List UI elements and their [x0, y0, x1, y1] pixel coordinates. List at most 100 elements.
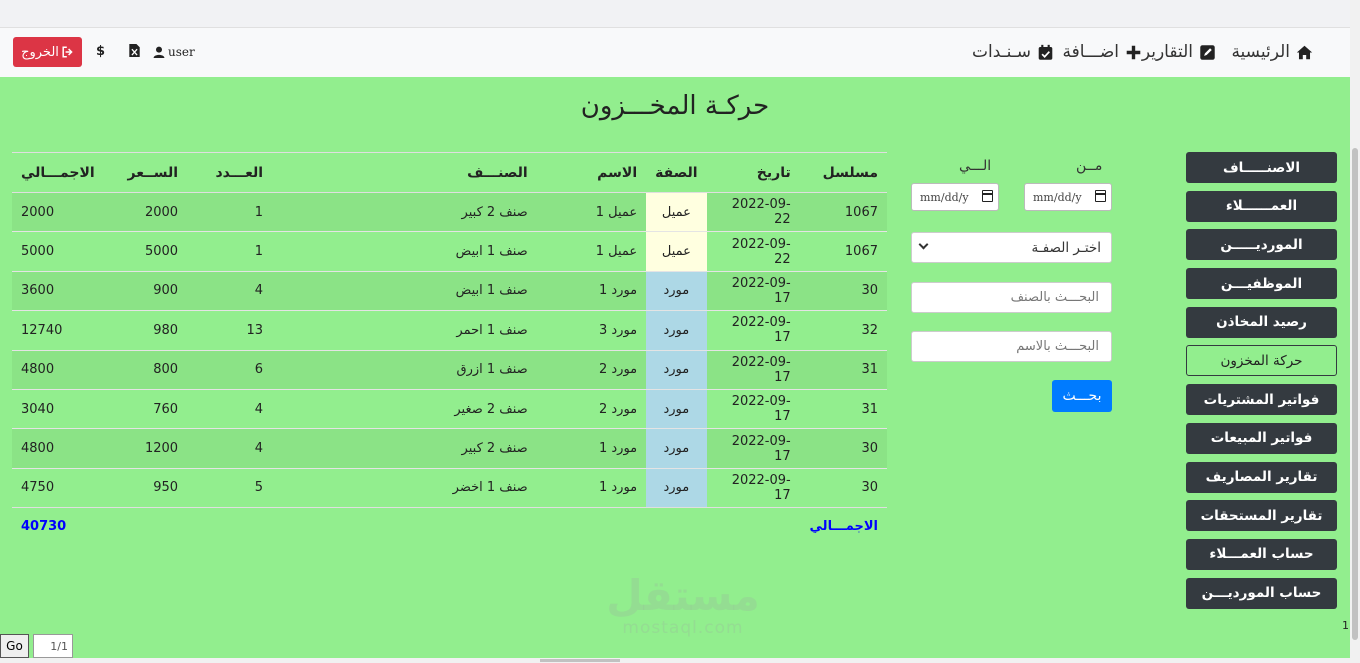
cell-type: مورد [646, 388, 707, 429]
cell-serial: 30 [799, 428, 887, 469]
table-row[interactable]: 32 2022-09-17 مورد مورد 3 صنف 1 احمر 13 980 127… [12, 310, 887, 351]
cell-name: مورد 1 [536, 428, 647, 469]
logout-button[interactable]: الخروج [13, 37, 82, 67]
cell-item: صنف 1 ابيض [272, 231, 537, 272]
nav-home[interactable]: الرئيسية [1231, 40, 1313, 64]
table-row[interactable]: 30 2022-09-17 مورد مورد 1 صنف 2 كبير 4 1200 480… [12, 428, 887, 469]
cell-serial: 30 [799, 467, 887, 508]
sidebar-item-stock-movement[interactable]: حركة المخزون [1186, 345, 1337, 377]
search-name-input[interactable]: البحـــث بالاسم [911, 331, 1112, 362]
cell-qty: 1 [187, 231, 273, 272]
cell-price: 760 [103, 388, 188, 429]
cell-type: مورد [646, 310, 707, 351]
nav-add[interactable]: اضـــافة [1062, 40, 1142, 64]
cell-item: صنف 1 ابيض [272, 270, 537, 311]
to-date-input[interactable]: mm/dd/y [911, 183, 999, 211]
col-total: الاجمـــالي [12, 152, 104, 193]
cell-qty: 5 [187, 467, 273, 508]
cell-total: 4800 [12, 428, 104, 469]
table-row[interactable]: 1067 2022-09-22 عميل عميل 1 صنف 2 كبير 1 2000 2… [12, 191, 887, 232]
table-row[interactable]: 30 2022-09-17 مورد مورد 1 صنف 1 ابيض 4 900 3600 [12, 270, 887, 311]
cell-total: 3040 [12, 388, 104, 429]
cell-total: 3600 [12, 270, 104, 311]
col-price: الســعر [103, 152, 188, 193]
from-date-input[interactable]: mm/dd/y [1024, 183, 1112, 211]
sidebar-item-warehouse-balance[interactable]: رصيد المخاذن [1186, 306, 1337, 338]
table-body: 1067 2022-09-22 عميل عميل 1 صنف 2 كبير 1 2000 2… [12, 191, 887, 508]
table-row[interactable]: 31 2022-09-17 مورد مورد 2 صنف 2 صغير 4 760 3040 [12, 388, 887, 429]
table-total-row: الاجمـــالي 40730 [12, 507, 887, 546]
cell-name: مورد 2 [536, 388, 647, 429]
table-row[interactable]: 31 2022-09-17 مورد مورد 2 صنف 1 ازرق 6 800 4800 [12, 349, 887, 390]
sidebar-item-dues-reports[interactable]: تقارير المستحقات [1186, 500, 1337, 532]
cell-serial: 30 [799, 270, 887, 311]
sidebar-marker: 1 [1342, 619, 1349, 632]
nav-vouchers[interactable]: سـنـدات [972, 40, 1054, 64]
sidebar-item-expense-reports[interactable]: تقارير المصاريف [1186, 461, 1337, 493]
cell-serial: 1067 [799, 191, 887, 232]
cell-item: صنف 1 احمر [272, 310, 537, 351]
cell-total: 2000 [12, 191, 104, 232]
dollar-icon[interactable]: $ [96, 44, 105, 59]
excel-icon[interactable] [129, 44, 140, 61]
cell-name: مورد 3 [536, 310, 647, 351]
pager: Go 1/1 [0, 634, 73, 658]
watermark-arabic: مستقل [606, 571, 760, 620]
from-date-label: مــن [1076, 158, 1103, 174]
cell-qty: 13 [187, 310, 273, 351]
table-header-row: مسلسل تاريخ الصفة الاسم الصنـــف العـــد… [12, 152, 887, 193]
go-button[interactable]: Go [0, 634, 29, 658]
page-input[interactable]: 1/1 [33, 634, 73, 658]
cell-serial: 1067 [799, 231, 887, 272]
search-button[interactable]: بحـــث [1052, 380, 1112, 412]
cell-price: 800 [103, 349, 188, 390]
sidebar-item-purchase-invoices[interactable]: فواتير المشتريات [1186, 384, 1337, 416]
calendar-icon[interactable] [1095, 190, 1106, 202]
to-date-placeholder: mm/dd/y [920, 190, 969, 204]
cell-item: صنف 1 اخضر [272, 467, 537, 508]
cell-type: عميل [646, 191, 707, 232]
total-label: الاجمـــالي [706, 507, 887, 546]
total-value: 40730 [12, 507, 104, 546]
cell-price: 5000 [103, 231, 188, 272]
type-select[interactable]: اختـر الصفـة [911, 232, 1112, 263]
user-menu[interactable]: user [153, 45, 195, 59]
mostaql-watermark: مستقل mostaql.com [598, 571, 768, 639]
cell-qty: 4 [187, 388, 273, 429]
cell-date: 2022-09-17 [706, 349, 800, 390]
nav-reports[interactable]: التقارير [1142, 40, 1216, 64]
col-type: الصفة [646, 152, 707, 193]
cell-type: مورد [646, 428, 707, 469]
home-icon [1296, 45, 1313, 59]
watermark-latin: mostaql.com [622, 618, 744, 638]
table-row[interactable]: 30 2022-09-17 مورد مورد 1 صنف 1 اخضر 5 950 4750 [12, 467, 887, 508]
cell-serial: 32 [799, 310, 887, 351]
search-item-input[interactable]: البحـــث بالصنف [911, 282, 1112, 313]
total-spacer [103, 507, 707, 546]
cell-price: 900 [103, 270, 188, 311]
nav-reports-label: التقارير [1141, 42, 1193, 62]
sidebar-item-employees[interactable]: الموظفیـــن [1186, 268, 1337, 300]
sidebar-menu: الاصنـــــاف العمــــــلاء الموردیـــــن… [1186, 152, 1337, 616]
col-date: تاريخ [706, 152, 800, 193]
calendar-check-icon [1038, 44, 1053, 60]
user-icon [153, 46, 165, 58]
username: user [168, 45, 195, 59]
cell-type: مورد [646, 467, 707, 508]
sidebar-item-suppliers[interactable]: الموردیـــــن [1186, 229, 1337, 261]
calendar-icon[interactable] [982, 190, 993, 202]
sidebar-item-client-accounts[interactable]: حساب العمـــلاء [1186, 538, 1337, 570]
sidebar-item-items[interactable]: الاصنـــــاف [1186, 152, 1337, 183]
to-date-label: الـــي [959, 158, 992, 174]
horizontal-scrollbar[interactable] [0, 658, 1350, 663]
sidebar-item-sales-invoices[interactable]: فواتير المبيعات [1186, 422, 1337, 454]
cell-name: مورد 1 [536, 270, 647, 311]
cell-total: 12740 [12, 310, 104, 351]
cell-total: 4750 [12, 467, 104, 508]
sidebar-item-clients[interactable]: العمــــــلاء [1186, 190, 1337, 222]
cell-item: صنف 2 صغير [272, 388, 537, 429]
sidebar-item-supplier-accounts[interactable]: حساب الموردیـــن [1186, 577, 1337, 609]
table-row[interactable]: 1067 2022-09-22 عميل عميل 1 صنف 1 ابيض 1 5000 5… [12, 231, 887, 272]
cell-price: 950 [103, 467, 188, 508]
vertical-scrollbar[interactable] [1350, 0, 1360, 663]
